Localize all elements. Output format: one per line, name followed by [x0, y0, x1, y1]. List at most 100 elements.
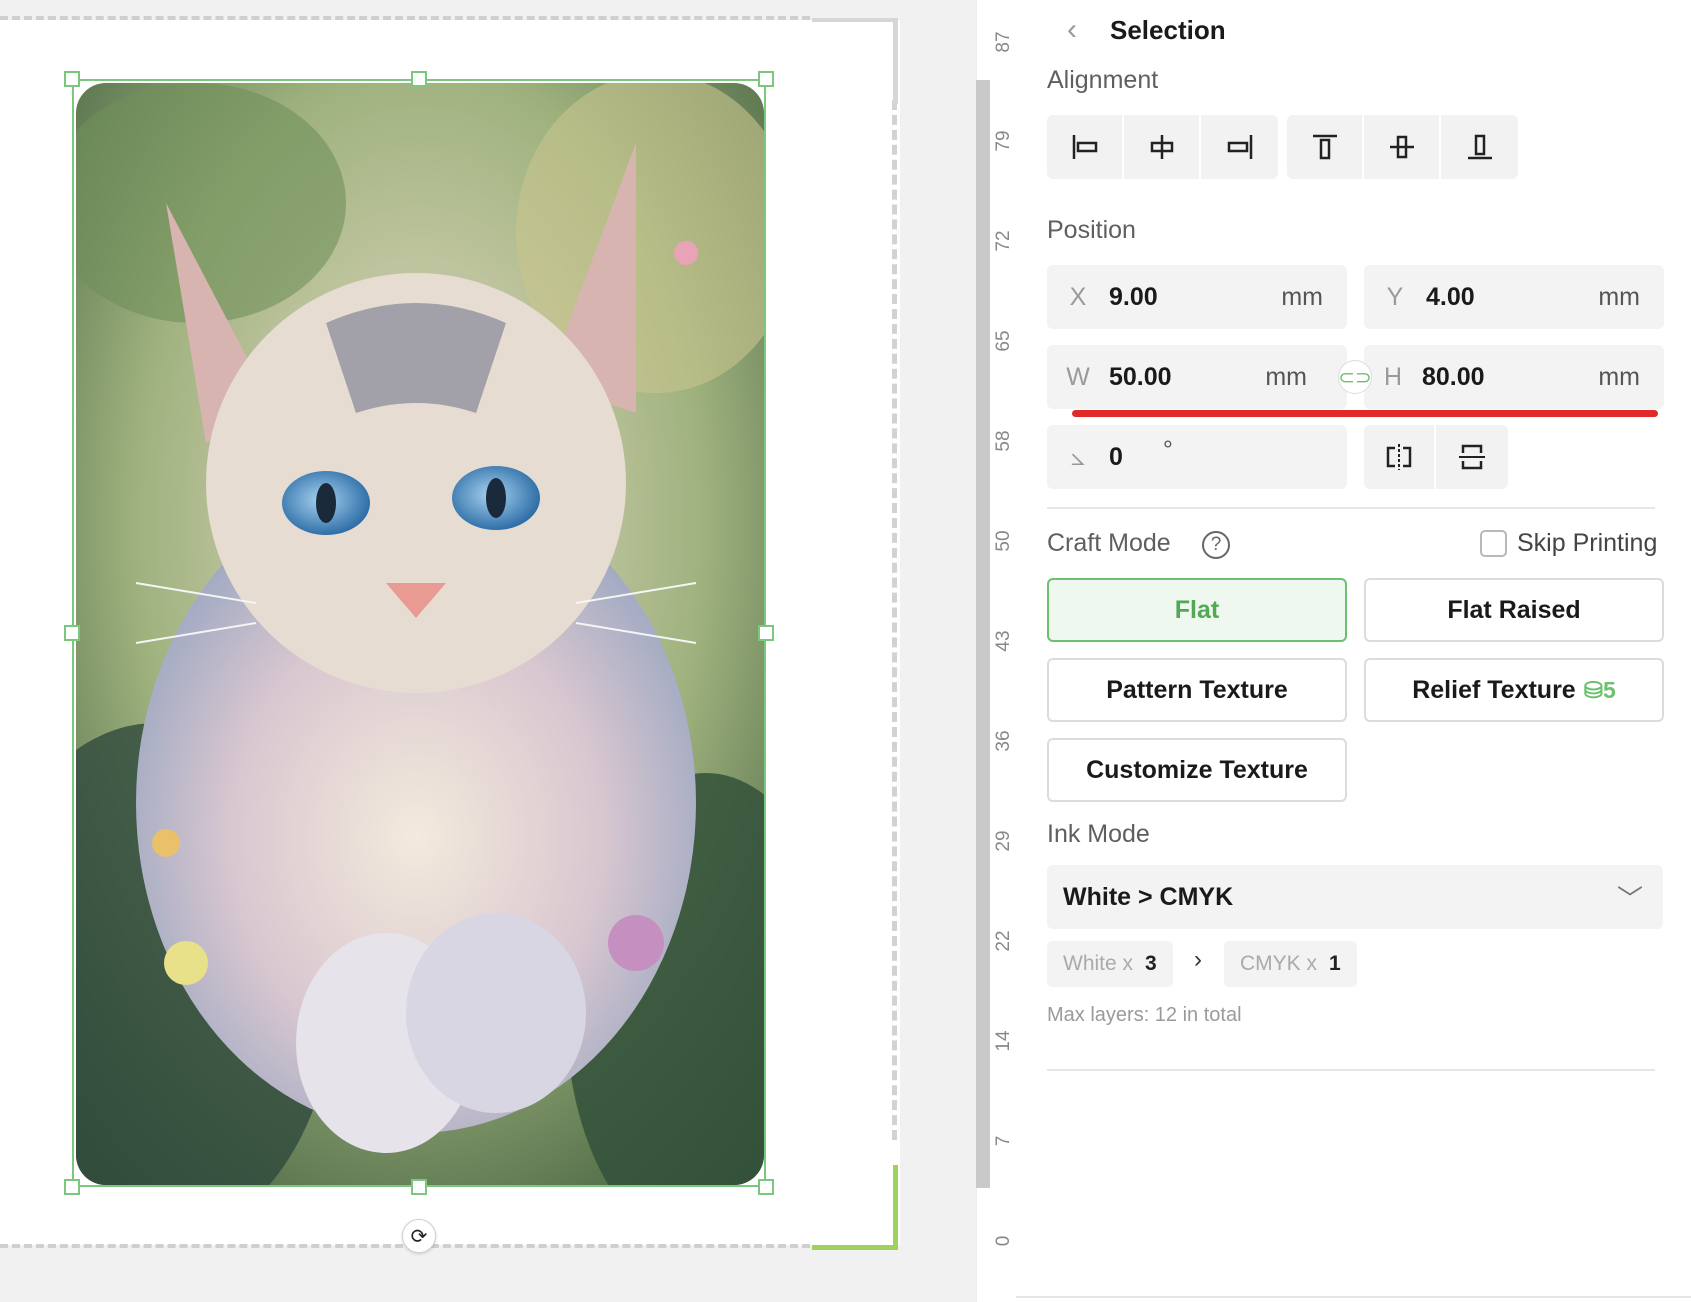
w-label: W: [1066, 362, 1090, 391]
align-right-icon: [1227, 135, 1252, 159]
x-label: X: [1069, 282, 1087, 311]
rotation-unit: °: [1162, 435, 1173, 464]
ruler-label: 58: [993, 430, 1014, 452]
flip-horizontal-button[interactable]: [1364, 425, 1436, 489]
panel-header: ‹ Selection: [1046, 10, 1226, 50]
link-icon[interactable]: ⊂⊃: [1338, 360, 1372, 394]
white-layers-count[interactable]: 3: [1145, 952, 1157, 976]
rotation-value[interactable]: 0: [1109, 443, 1123, 472]
align-top-button[interactable]: [1287, 115, 1364, 179]
relief-texture-label: Relief Texture: [1412, 675, 1576, 704]
ink-mode-label: Ink Mode: [1047, 820, 1150, 848]
w-unit: mm: [1265, 362, 1307, 391]
craft-customize-texture-button[interactable]: Customize Texture: [1047, 738, 1347, 802]
width-field[interactable]: W 50.00 mm: [1047, 345, 1347, 409]
h-value[interactable]: 80.00: [1422, 363, 1598, 392]
cmyk-layers-label: CMYK x: [1240, 952, 1318, 975]
panel-bottom-divider: [1016, 1296, 1691, 1298]
flip-button-group: [1364, 425, 1508, 489]
position-label: Position: [1047, 216, 1136, 244]
skip-printing-checkbox[interactable]: [1480, 530, 1507, 557]
resize-handle-top-left[interactable]: [64, 71, 80, 87]
vertical-align-group: [1287, 115, 1518, 179]
max-layers-note: Max layers: 12 in total: [1047, 1004, 1242, 1026]
align-middle-v-button[interactable]: [1364, 115, 1441, 179]
chevron-down-icon: ﹀: [1616, 883, 1643, 914]
craft-flat-button[interactable]: Flat: [1047, 578, 1347, 642]
height-field[interactable]: H 80.00 mm: [1364, 345, 1664, 409]
flip-vertical-button[interactable]: [1436, 425, 1508, 489]
selection-bounding-box[interactable]: [72, 79, 766, 1187]
resize-handle-bottom[interactable]: [411, 1179, 427, 1195]
resize-handle-bottom-left[interactable]: [64, 1179, 80, 1195]
ruler-label: 0: [993, 1235, 1014, 1247]
print-boundary-top: [0, 16, 810, 20]
ruler-label: 65: [993, 330, 1014, 352]
align-bottom-icon: [1467, 134, 1492, 160]
print-boundary-right: [892, 100, 897, 1140]
x-position-field[interactable]: X 9.00 mm: [1047, 265, 1347, 329]
alignment-label: Alignment: [1047, 66, 1159, 94]
craft-flat-raised-button[interactable]: Flat Raised: [1364, 578, 1664, 642]
y-label: Y: [1386, 282, 1404, 311]
resize-handle-right[interactable]: [758, 625, 774, 641]
ruler-selection-range: [976, 80, 990, 1188]
flip-vertical-icon: [1459, 444, 1485, 470]
flip-horizontal-icon: [1386, 444, 1412, 470]
craft-mode-label: Craft Mode: [1047, 529, 1171, 557]
x-value[interactable]: 9.00: [1109, 283, 1281, 312]
skip-printing-option[interactable]: Skip Printing: [1480, 529, 1657, 558]
align-left-button[interactable]: [1047, 115, 1124, 179]
boundary-corner-bottom-right: [812, 1165, 898, 1250]
align-right-button[interactable]: [1201, 115, 1278, 179]
highlight-underline: [1072, 410, 1658, 417]
y-position-field[interactable]: Y 4.00 mm: [1364, 265, 1664, 329]
y-unit: mm: [1598, 282, 1640, 311]
align-bottom-button[interactable]: [1441, 115, 1518, 179]
ruler-label: 29: [993, 830, 1014, 852]
y-value[interactable]: 4.00: [1426, 283, 1598, 312]
align-center-h-button[interactable]: [1124, 115, 1201, 179]
resize-handle-top[interactable]: [411, 71, 427, 87]
rotate-icon[interactable]: ⟳: [402, 1219, 436, 1253]
ruler-label: 36: [993, 730, 1014, 752]
ruler-label: 43: [993, 630, 1014, 652]
resize-handle-left[interactable]: [64, 625, 80, 641]
h-unit: mm: [1598, 362, 1640, 391]
section-divider: [1047, 507, 1655, 509]
horizontal-align-group: [1047, 115, 1278, 179]
white-layers-label: White x: [1063, 952, 1134, 975]
relief-texture-cost: 5: [1602, 676, 1616, 703]
ruler-label: 22: [993, 930, 1014, 952]
align-center-vertical-icon: [1389, 135, 1414, 159]
ink-mode-selected: White > CMYK: [1063, 882, 1234, 911]
ruler-label: 87: [993, 31, 1014, 53]
craft-pattern-texture-button[interactable]: Pattern Texture: [1047, 658, 1347, 722]
cmyk-layers-count[interactable]: 1: [1329, 952, 1341, 976]
align-top-icon: [1312, 134, 1337, 160]
white-layers-chip[interactable]: White x 3: [1047, 941, 1173, 987]
w-value[interactable]: 50.00: [1109, 363, 1265, 392]
craft-relief-texture-button[interactable]: Relief Texture ⛁ 5: [1364, 658, 1664, 722]
boundary-corner-top-right: [812, 18, 898, 104]
align-left-icon: [1072, 135, 1097, 159]
section-divider: [1047, 1069, 1655, 1071]
rotation-field[interactable]: ⦣ 0 °: [1047, 425, 1347, 489]
properties-panel: ‹ Selection Alignment Position X 9.00 mm…: [1016, 0, 1691, 1302]
ruler-label: 14: [993, 1030, 1014, 1052]
canvas-area[interactable]: ⟳: [0, 0, 976, 1302]
help-circle-icon[interactable]: ?: [1202, 531, 1230, 559]
angle-icon: ⦣: [1070, 442, 1086, 471]
ruler-label: 72: [993, 230, 1014, 252]
chevron-right-icon: ›: [1194, 946, 1202, 973]
resize-handle-top-right[interactable]: [758, 71, 774, 87]
resize-handle-bottom-right[interactable]: [758, 1179, 774, 1195]
align-center-horizontal-icon: [1150, 135, 1173, 159]
ink-mode-dropdown[interactable]: White > CMYK ﹀: [1047, 865, 1663, 929]
chevron-left-icon[interactable]: ‹: [1052, 13, 1092, 47]
cmyk-layers-chip[interactable]: CMYK x 1: [1224, 941, 1357, 987]
ruler-label: 50: [993, 530, 1014, 552]
skip-printing-label: Skip Printing: [1517, 529, 1658, 557]
panel-title: Selection: [1110, 14, 1226, 45]
ruler-label: 7: [993, 1135, 1014, 1147]
